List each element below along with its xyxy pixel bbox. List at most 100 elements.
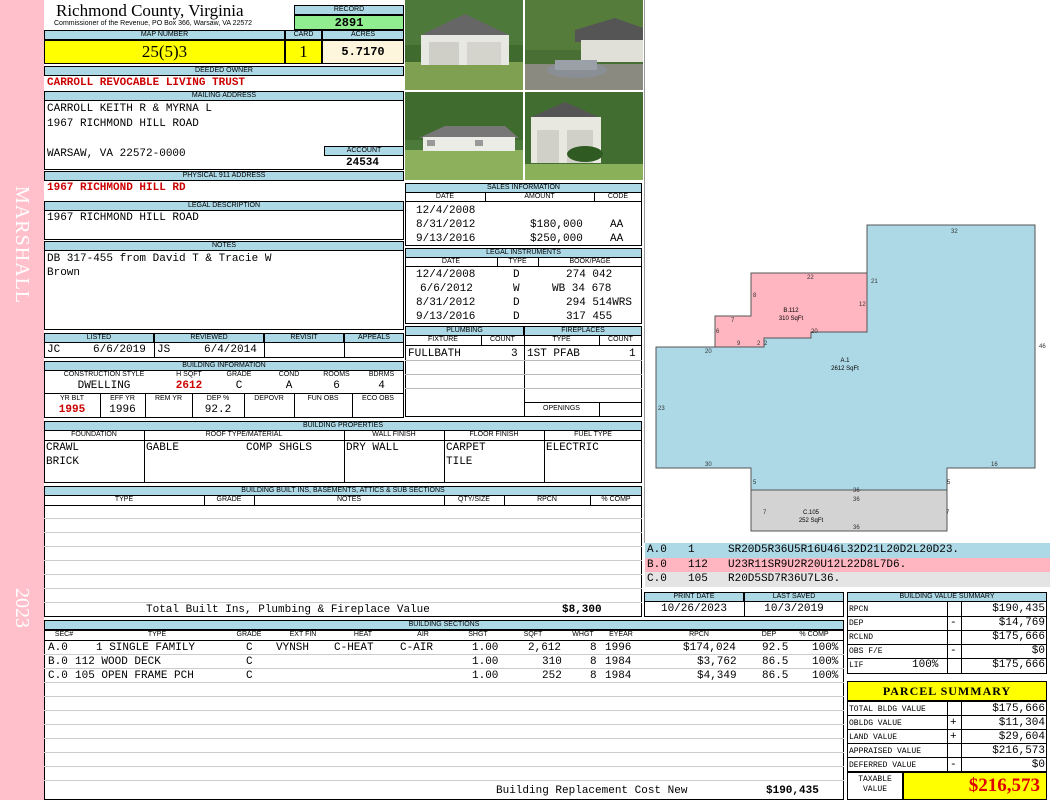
- floor-finish-2: TILE: [446, 456, 473, 468]
- vs-value-1: $14,769: [998, 617, 1045, 629]
- bi-dep: 92.2: [204, 404, 232, 416]
- sec-row1-sec: B.0: [48, 656, 68, 668]
- vs-value-3: $0: [1031, 645, 1045, 657]
- sec-h-9: EYEAR: [609, 631, 633, 638]
- fire-h-1: COUNT: [608, 336, 633, 343]
- inst-type-0: D: [513, 269, 520, 281]
- sale-date-0: 12/4/2008: [416, 205, 476, 217]
- sec-row2-dep: 86.5: [762, 670, 789, 682]
- bin-h-1: GRADE: [216, 496, 242, 503]
- sales-h-1: AMOUNT: [524, 193, 555, 200]
- sec-row2-grade: C: [246, 670, 253, 682]
- bi-hsqft: 2612: [175, 380, 203, 392]
- bi-yrblt: 1995: [58, 404, 86, 416]
- svg-text:36: 36: [853, 488, 860, 494]
- ps-sign-1: +: [950, 717, 957, 729]
- prop-h-1: ROOF TYPE/MATERIAL: [205, 431, 283, 438]
- map-number-header: MAP NUMBER: [44, 30, 285, 40]
- svg-text:20: 20: [705, 349, 712, 355]
- sale-code-2: AA: [610, 233, 624, 245]
- ps-label-0: TOTAL BLDG VALUE: [849, 705, 926, 714]
- last-saved: 10/3/2019: [764, 603, 824, 615]
- sketch-sqft-c: 252 SqFt: [799, 518, 824, 524]
- sec-row0-shgt: 1.00: [472, 642, 499, 654]
- bin-h-3: QTY/SIZE: [458, 496, 490, 503]
- acres-header: ACRES: [322, 30, 404, 40]
- legend-b-code: 112: [688, 559, 708, 571]
- inst-h-2: BOOK/PAGE: [569, 258, 611, 265]
- sec-row0-heat: C-HEAT: [334, 642, 374, 654]
- sec-row2-whgt: 8: [590, 670, 597, 682]
- foundation-2: BRICK: [46, 456, 80, 468]
- sec-h-6: SHGT: [468, 631, 488, 638]
- taxable-value: $216,573: [903, 772, 1047, 800]
- bin-h-5: % COMP: [601, 496, 631, 503]
- svg-text:5: 5: [947, 480, 951, 486]
- prop-h-4: FUEL TYPE: [574, 431, 612, 438]
- openings-label: OPENINGS: [543, 405, 580, 412]
- vs-sign-1: -: [950, 617, 957, 629]
- sale-date-1: 8/31/2012: [416, 219, 476, 231]
- listed-date: 6/6/2019: [93, 344, 146, 356]
- plumb-h-1: COUNT: [490, 336, 515, 343]
- sec-row0-rpcn: $174,024: [683, 642, 736, 654]
- bi-h-5: BDRMS: [368, 371, 395, 378]
- sec-row1-sqft: 310: [542, 656, 562, 668]
- map-number-value: 25(5)3: [44, 40, 285, 64]
- sec-row1-whgt: 8: [590, 656, 597, 668]
- sec-row2-comp: 100%: [812, 670, 839, 682]
- sec-row2-shgt: 1.00: [472, 670, 499, 682]
- legend-a-sec: A.0: [647, 544, 667, 556]
- bi-h-3: COND: [278, 371, 300, 378]
- notes-line-2: Brown: [47, 267, 81, 279]
- sec-row1-eyear: 1984: [605, 656, 632, 668]
- sec-row0-grade: C: [246, 642, 253, 654]
- sale-code-1: AA: [610, 219, 624, 231]
- sale-amount-2: $250,000: [530, 233, 583, 245]
- vs-label-2: RCLND: [849, 633, 874, 642]
- svg-text:12: 12: [859, 302, 866, 308]
- sec-h-8: WHGT: [572, 631, 594, 638]
- roof-type: GABLE: [146, 442, 180, 454]
- legend-b-sec: B.0: [647, 559, 667, 571]
- photo-house-car: [525, 0, 643, 90]
- floor-finish-1: CARPET: [446, 442, 486, 454]
- bi-bdrms: 4: [378, 380, 385, 392]
- vs-sign-3: -: [950, 645, 957, 657]
- sec-row2-sec: C.0: [48, 670, 68, 682]
- sec-row0-comp: 100%: [812, 642, 839, 654]
- plumbing-fixture: FULLBATH: [408, 348, 461, 360]
- sec-row1-type: 112 WOOD DECK: [75, 656, 161, 668]
- sketch-sqft-b: 310 SqFt: [779, 316, 804, 322]
- vs-value-2: $175,666: [992, 631, 1045, 643]
- ps-label-1: OBLDG VALUE: [849, 719, 902, 728]
- bi-cond: A: [285, 380, 293, 392]
- inst-type-3: D: [513, 311, 520, 323]
- vs-label-3: OBS F/E: [849, 647, 883, 656]
- legend-a-code: 1: [688, 544, 695, 556]
- builtins-total: $8,300: [562, 604, 602, 616]
- rcn-value: $190,435: [766, 785, 819, 797]
- photo-house-front: [405, 92, 523, 180]
- sec-row0-ext: VYNSH: [276, 642, 310, 654]
- year-label: 2023: [11, 588, 33, 628]
- fire-h-0: TYPE: [552, 336, 571, 343]
- bi-style: DWELLING: [77, 380, 131, 392]
- inst-book-2: 294 514WRS: [566, 297, 633, 309]
- sketch-label-a: A.1: [840, 358, 850, 364]
- bi-h2-6: ECO OBS: [362, 395, 394, 402]
- owner-name: CARROLL REVOCABLE LIVING TRUST: [47, 77, 246, 89]
- svg-text:21: 21: [871, 279, 878, 285]
- svg-text:7: 7: [946, 510, 950, 516]
- bi-rooms: 6: [333, 380, 340, 392]
- inst-h-1: TYPE: [508, 258, 527, 265]
- svg-text:36: 36: [853, 525, 860, 531]
- fireplace-count: 1: [629, 348, 636, 360]
- vs-label-1: DEP: [849, 619, 864, 628]
- sales-h-0: DATE: [435, 193, 455, 200]
- account-value: 24534: [346, 157, 380, 169]
- record-value: 2891: [294, 15, 404, 30]
- bi-h-0: CONSTRUCTION STYLE: [63, 371, 145, 378]
- rcn-label: Building Replacement Cost New: [496, 785, 688, 797]
- inst-date-3: 9/13/2016: [416, 311, 476, 323]
